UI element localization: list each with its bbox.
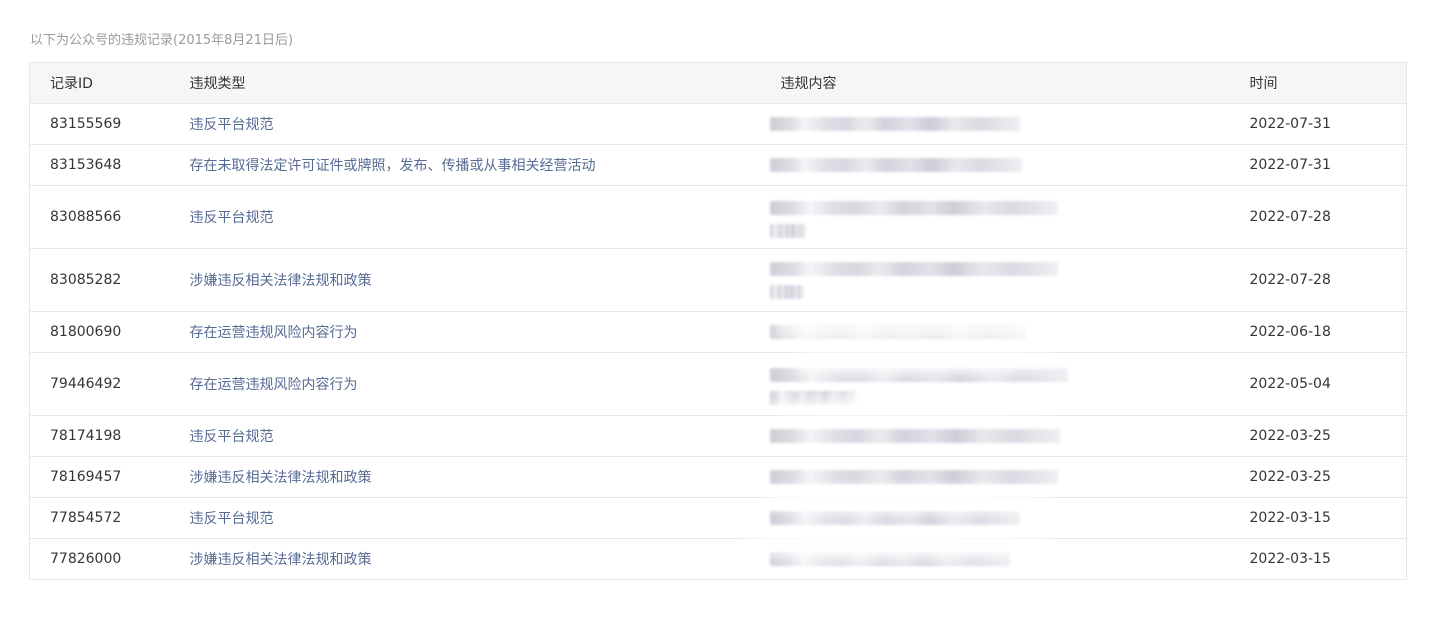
record-time: 2022-07-28 (1249, 185, 1407, 249)
violation-type: 违反平台规范 (189, 103, 781, 145)
record-time: 2022-03-25 (1249, 415, 1407, 457)
violation-content-redacted (769, 185, 1250, 249)
record-id: 83088566 (29, 185, 190, 249)
record-time: 2022-06-18 (1249, 311, 1407, 353)
violation-type: 违反平台规范 (189, 415, 781, 457)
redaction-smear (745, 530, 1055, 560)
violation-type: 存在运营违规风险内容行为 (189, 352, 781, 416)
violation-records-table: 记录ID 违规类型 违规内容 时间 83155569 违反平台规范 2022-0… (29, 62, 1407, 580)
violation-type: 涉嫌违反相关法律法规和政策 (189, 248, 781, 312)
redaction-smear (775, 318, 1065, 340)
table-row: 83153648 存在未取得法定许可证件或牌照，发布、传播或从事相关经营活动 2… (29, 144, 1407, 186)
record-id: 79446492 (29, 352, 190, 416)
violation-content-redacted (769, 144, 1250, 186)
record-id: 78174198 (29, 415, 190, 457)
table-row: 83088566 违反平台规范 2022-07-28 (29, 185, 1407, 249)
table-row: 77854572 违反平台规范 2022-03-15 (29, 497, 1407, 539)
record-time: 2022-07-28 (1249, 248, 1407, 312)
header-violation-type: 违规类型 (189, 62, 781, 104)
violation-content-redacted (769, 415, 1250, 457)
table-header-row: 记录ID 违规类型 违规内容 时间 (29, 62, 1407, 104)
table-row: 83155569 违反平台规范 2022-07-31 (29, 103, 1407, 145)
record-id: 83085282 (29, 248, 190, 312)
redaction-smear (765, 488, 1055, 514)
redaction-smear (770, 398, 1070, 416)
redacted-content (769, 249, 1070, 311)
violation-content-redacted (769, 248, 1250, 312)
record-id: 77854572 (29, 497, 190, 539)
violation-type: 存在运营违规风险内容行为 (189, 311, 781, 353)
violation-type: 违反平台规范 (189, 185, 781, 249)
record-time: 2022-07-31 (1249, 144, 1407, 186)
record-time: 2022-03-25 (1249, 456, 1407, 498)
violation-type: 存在未取得法定许可证件或牌照，发布、传播或从事相关经营活动 (189, 144, 781, 186)
header-time: 时间 (1249, 62, 1407, 104)
record-id: 83155569 (29, 103, 190, 145)
redacted-content (769, 104, 1070, 144)
record-time: 2022-03-15 (1249, 538, 1407, 580)
record-time: 2022-03-15 (1249, 497, 1407, 539)
record-id: 81800690 (29, 311, 190, 353)
header-record-id: 记录ID (29, 62, 190, 104)
record-id: 83153648 (29, 144, 190, 186)
redacted-content (769, 145, 1070, 185)
violation-records-page: 以下为公众号的违规记录(2015年8月21日后) 记录ID 违规类型 违规内容 … (0, 0, 1432, 629)
records-caption: 以下为公众号的违规记录(2015年8月21日后) (30, 33, 294, 48)
redacted-content (769, 186, 1070, 248)
record-id: 78169457 (29, 456, 190, 498)
table-row: 77826000 涉嫌违反相关法律法规和政策 2022-03-15 (29, 538, 1407, 580)
record-id: 77826000 (29, 538, 190, 580)
violation-content-redacted (769, 103, 1250, 145)
record-time: 2022-05-04 (1249, 352, 1407, 416)
violation-type: 违反平台规范 (189, 497, 781, 539)
table-row: 79446492 存在运营违规风险内容行为 2022-05-04 (29, 352, 1407, 416)
redaction-smear (790, 350, 1070, 374)
table-row: 78174198 违反平台规范 2022-03-25 (29, 415, 1407, 457)
record-time: 2022-07-31 (1249, 103, 1407, 145)
redacted-content (769, 416, 1070, 456)
header-violation-content: 违规内容 (780, 62, 1250, 104)
table-row: 81800690 存在运营违规风险内容行为 2022-06-18 (29, 311, 1407, 353)
violation-type: 涉嫌违反相关法律法规和政策 (189, 456, 781, 498)
table-row: 83085282 涉嫌违反相关法律法规和政策 2022-07-28 (29, 248, 1407, 312)
violation-type: 涉嫌违反相关法律法规和政策 (189, 538, 781, 580)
table-row: 78169457 涉嫌违反相关法律法规和政策 2022-03-25 (29, 456, 1407, 498)
